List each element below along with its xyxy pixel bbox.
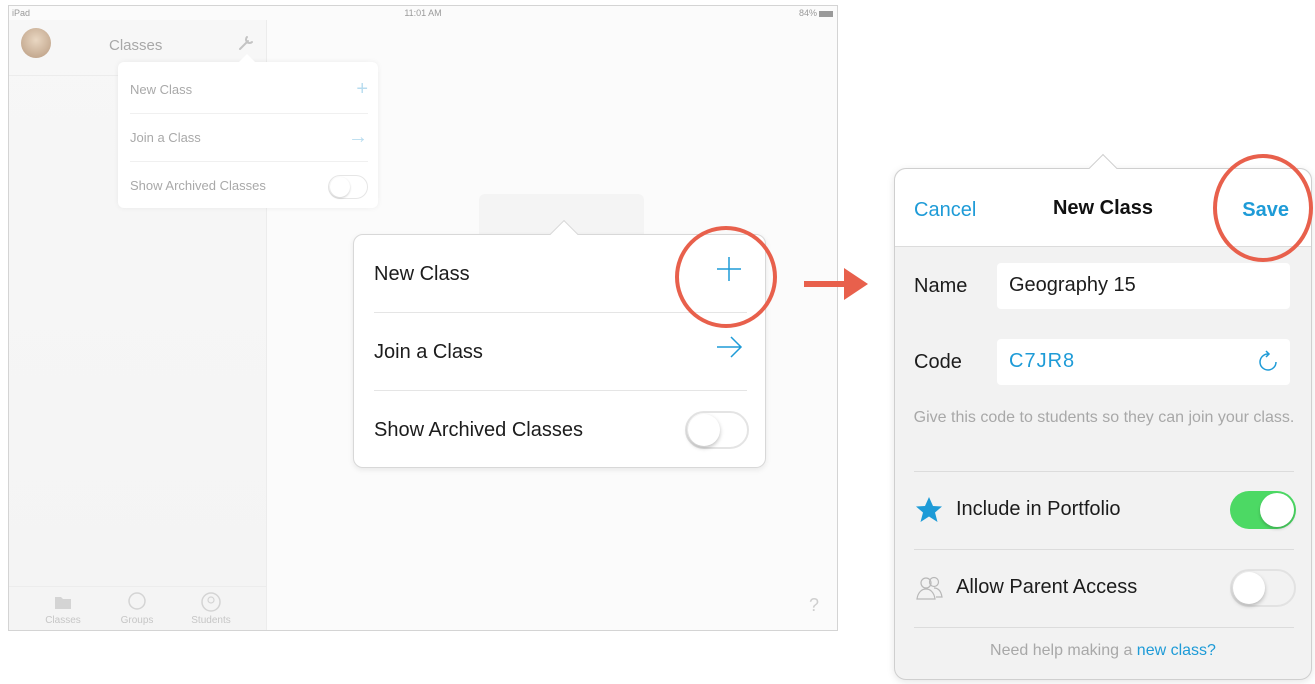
code-value: C7JR8: [1009, 350, 1076, 372]
menu-item-show-archived: Show Archived Classes: [374, 391, 749, 469]
parent-access-label: Allow Parent Access: [956, 576, 1138, 598]
code-row: Code C7JR8: [914, 339, 1294, 385]
flow-arrow-icon: [804, 268, 868, 300]
code-label: Code: [914, 351, 962, 373]
help-line: Need help making a new class?: [990, 642, 1216, 659]
folder-icon: [55, 597, 71, 609]
wrench-icon[interactable]: [237, 34, 255, 52]
parent-access-toggle[interactable]: [1230, 569, 1296, 607]
chat-icon: [128, 592, 146, 610]
small-menu-show-archived: Show Archived Classes: [130, 162, 368, 210]
sidebar-title: Classes: [109, 37, 163, 54]
parent-access-row: Allow Parent Access: [914, 557, 1296, 617]
arrow-right-icon[interactable]: [713, 331, 745, 363]
name-row: Name Geography 15: [914, 263, 1294, 309]
show-archived-toggle[interactable]: [328, 175, 368, 199]
person-icon: [201, 592, 221, 612]
name-value: Geography 15: [1009, 274, 1136, 296]
plus-icon: +: [356, 78, 368, 100]
divider: [914, 549, 1294, 550]
highlight-circle-save: [1213, 154, 1313, 262]
portfolio-label: Include in Portfolio: [956, 498, 1121, 520]
code-field: C7JR8: [997, 339, 1290, 385]
name-label: Name: [914, 275, 968, 297]
tab-bar: Classes Groups Students: [9, 586, 266, 630]
status-time: 11:01 AM: [404, 8, 442, 18]
small-menu-popover: New Class + Join a Class → Show Archived…: [118, 54, 378, 210]
highlight-circle-plus: [675, 226, 777, 328]
tab-classes[interactable]: Classes: [33, 591, 93, 626]
refresh-icon[interactable]: [1256, 350, 1280, 374]
show-archived-toggle[interactable]: [685, 411, 749, 449]
divider: [914, 471, 1294, 472]
small-menu-new-class[interactable]: New Class +: [130, 66, 368, 114]
portfolio-toggle[interactable]: [1230, 491, 1296, 529]
battery-status: 84%: [799, 8, 833, 18]
code-hint: Give this code to students so they can j…: [913, 409, 1295, 426]
arrow-right-icon: →: [348, 126, 368, 148]
divider: [914, 627, 1294, 628]
name-field[interactable]: Geography 15: [997, 263, 1290, 309]
question-icon[interactable]: ?: [809, 595, 819, 616]
new-class-help-link[interactable]: new class?: [1137, 642, 1216, 659]
portfolio-row: Include in Portfolio: [914, 479, 1296, 539]
avatar[interactable]: [21, 28, 51, 58]
status-bar: iPad 11:01 AM 84%: [9, 6, 837, 20]
battery-icon: [819, 10, 833, 17]
tab-groups[interactable]: Groups: [107, 591, 167, 626]
star-icon: [916, 497, 942, 522]
small-menu-join-class[interactable]: Join a Class →: [130, 114, 368, 162]
tab-students[interactable]: Students: [181, 591, 241, 626]
parents-icon: [916, 576, 943, 600]
menu-item-join-class[interactable]: Join a Class: [374, 313, 747, 391]
